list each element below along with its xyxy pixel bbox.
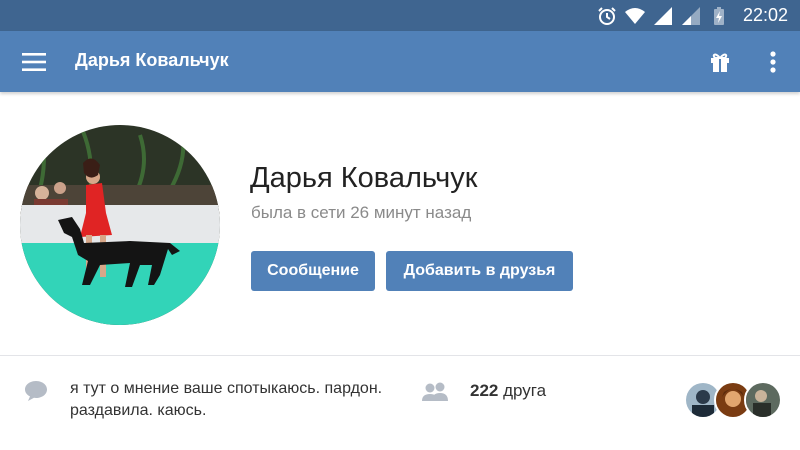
alarm-icon — [598, 6, 616, 25]
profile-avatar[interactable] — [20, 125, 220, 325]
gift-button[interactable] — [700, 45, 740, 79]
status-text: я тут о мнение ваше спотыкаюсь. пардон. … — [70, 380, 383, 419]
last-seen-status: была в сети 26 минут назад — [251, 203, 472, 222]
toolbar-title: Дарья Ковальчук — [75, 50, 229, 70]
app-toolbar: Дарья Ковальчук — [0, 31, 800, 92]
signal-weak-icon — [681, 6, 700, 25]
hamburger-menu-icon — [22, 53, 46, 71]
friend-avatar-3[interactable] — [744, 381, 782, 419]
menu-button[interactable] — [14, 43, 54, 81]
friends-count-link[interactable]: 222 друга — [470, 381, 546, 401]
wifi-icon — [624, 7, 645, 24]
friends-label: друга — [503, 381, 547, 400]
more-vertical-icon — [770, 51, 776, 73]
profile-photo — [20, 125, 220, 325]
section-divider — [0, 355, 800, 356]
message-button[interactable]: Сообщение — [251, 251, 375, 291]
signal-icon — [653, 6, 672, 25]
status-bar: 22:02 — [0, 0, 800, 31]
add-friend-button[interactable]: Добавить в друзья — [386, 251, 573, 291]
speech-bubble-icon — [25, 381, 47, 401]
friend-avatar-3-photo — [746, 383, 780, 417]
status-bar-icons: 22:02 — [597, 0, 788, 31]
status-bar-time: 22:02 — [742, 5, 788, 25]
battery-charging-icon — [713, 6, 724, 25]
gift-icon — [711, 53, 729, 72]
more-options-button[interactable] — [756, 45, 790, 79]
friends-icon — [422, 382, 448, 401]
profile-name: Дарья Ковальчук — [250, 162, 478, 194]
friends-count: 222 — [470, 381, 499, 400]
